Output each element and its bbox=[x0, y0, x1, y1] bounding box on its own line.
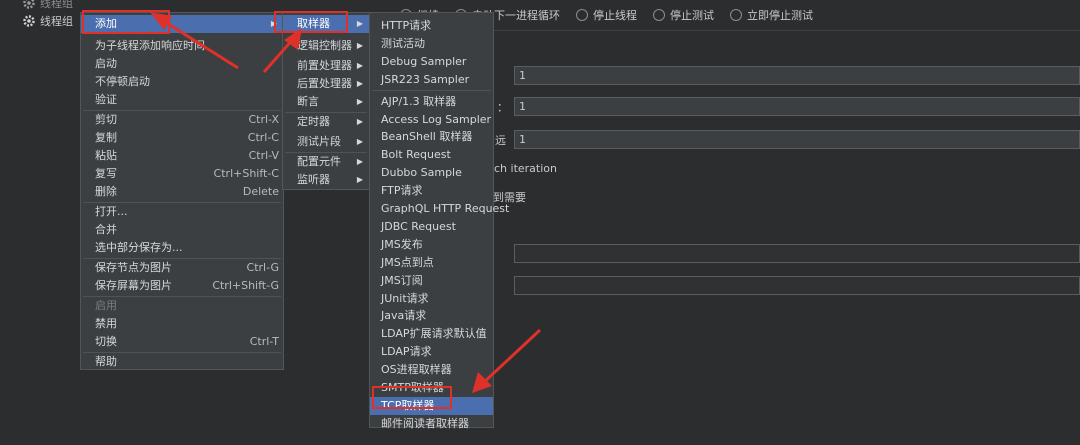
arrow-head bbox=[150, 12, 172, 30]
annotation-arrows bbox=[150, 12, 542, 393]
arrow-to-tcp bbox=[480, 328, 542, 386]
arrow-to-add bbox=[161, 18, 239, 70]
arrow-head bbox=[472, 372, 492, 393]
